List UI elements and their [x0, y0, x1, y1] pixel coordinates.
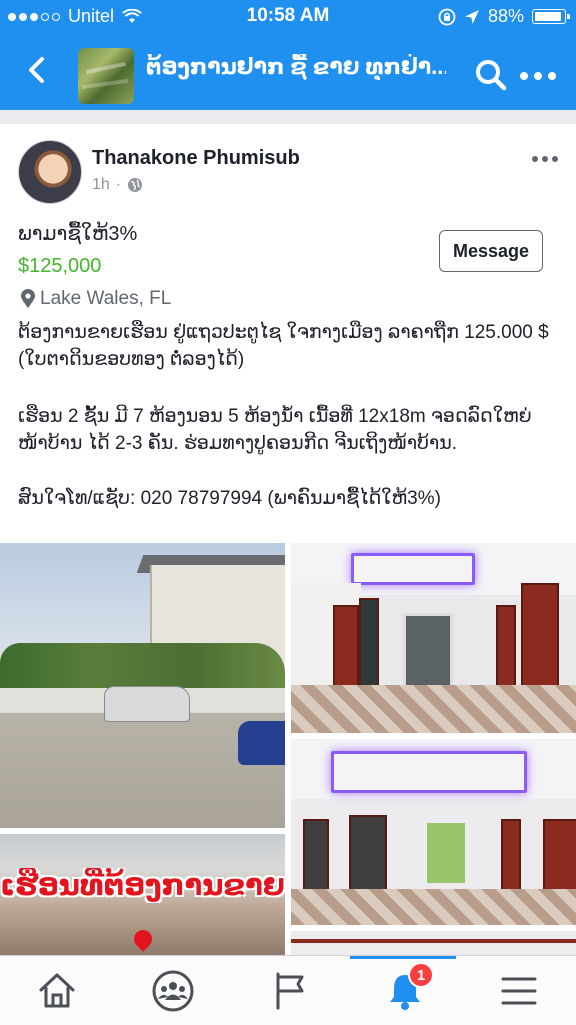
map-pin-icon — [130, 926, 156, 952]
active-tab-indicator — [350, 956, 456, 959]
status-bar: Unitel 10:58 AM 88% — [0, 0, 576, 32]
feed-divider — [0, 110, 576, 124]
groups-icon[interactable] — [150, 968, 196, 1014]
pages-flag-icon[interactable] — [266, 968, 312, 1014]
more-icon[interactable] — [520, 72, 560, 82]
location-pin-icon — [21, 289, 35, 308]
author-name[interactable]: Thanakone Phumisub — [92, 147, 300, 170]
bottom-tab-bar — [0, 955, 576, 1025]
location-arrow-icon — [464, 9, 479, 24]
notification-badge: 1 — [408, 962, 434, 988]
item-location: Lake Wales, FL — [20, 288, 171, 310]
battery-percent: 88% — [487, 6, 524, 26]
location-text: Lake Wales, FL — [40, 288, 172, 309]
post-options-icon[interactable] — [532, 156, 558, 162]
group-title[interactable]: ຕ້ອງການຢາກ ຊື້ ຂາຍ ທຸກຢ່າ... — [146, 54, 446, 80]
photo-living-room[interactable] — [291, 543, 576, 733]
photo-partial[interactable] — [291, 931, 576, 955]
post-time[interactable]: 1h — [92, 176, 110, 194]
status-right: 88% — [438, 6, 570, 27]
battery-icon — [532, 9, 570, 24]
photo-banner-text: ເຮືອນທີ່ຕ້ອງການຂາຍ — [0, 870, 285, 902]
message-button[interactable]: Message — [439, 230, 543, 272]
back-chevron-icon[interactable] — [20, 52, 56, 88]
home-icon[interactable] — [34, 968, 80, 1014]
group-thumbnail[interactable] — [78, 48, 134, 104]
rotation-lock-icon — [438, 8, 456, 25]
group-header: ຕ້ອງການຢາກ ຊື້ ຂາຍ ທຸກຢ່າ... — [0, 32, 576, 110]
photo-aerial-banner[interactable]: ເຮືອນທີ່ຕ້ອງການຂາຍ — [0, 834, 285, 955]
photo-house-exterior[interactable] — [0, 543, 285, 828]
globe-icon — [128, 178, 143, 192]
post-meta: 1h · — [92, 176, 143, 194]
photo-hall-room[interactable] — [291, 739, 576, 925]
avatar[interactable] — [18, 140, 82, 204]
post-paragraph-2: ເຮືອນ 2 ຊັ້ນ ມີ 7 ຫ້ອງນອນ 5 ຫ້ອງນ້ໍາ ເນື… — [18, 406, 532, 454]
search-icon[interactable] — [474, 58, 508, 92]
menu-icon[interactable] — [496, 968, 542, 1014]
item-title: ພາມາຊື້ໃຫ້3% — [18, 223, 138, 245]
meta-separator: · — [115, 176, 122, 193]
post-paragraph-1: ຕ້ອງການຂາຍເຮືອນ ຢູ່ແຖວປະຕູໄຊ ໃຈກາງເມືອງ … — [18, 322, 549, 370]
item-price: $125,000 — [18, 255, 102, 277]
post-paragraph-3: ສົນໃຈໂທ/ແຊັບ: 020 78797994 (ພາຄົນມາຊື້ໄດ… — [18, 488, 441, 509]
